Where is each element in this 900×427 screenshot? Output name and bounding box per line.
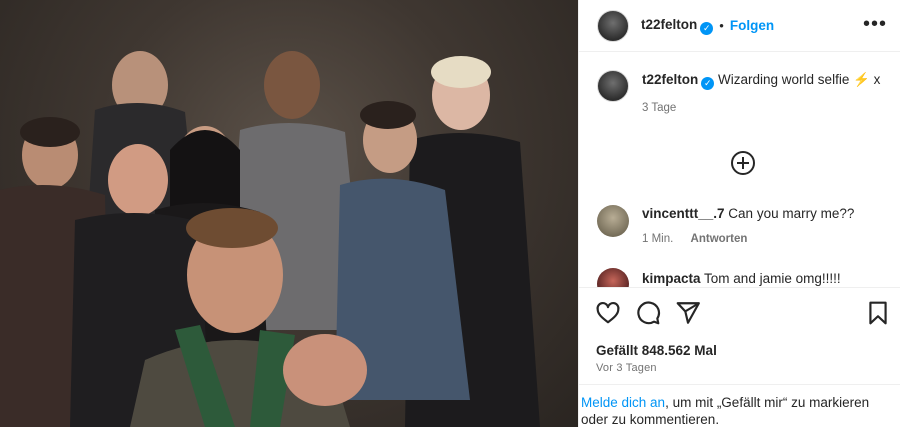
like-heart-icon[interactable] — [595, 300, 621, 326]
caption-username[interactable]: t22felton — [642, 72, 698, 87]
author-avatar[interactable] — [597, 9, 629, 42]
comment-text: Can you marry me?? — [728, 206, 855, 221]
share-send-icon[interactable] — [675, 300, 701, 326]
save-bookmark-icon[interactable] — [865, 300, 891, 326]
comment-item: vincenttt__.7 Can you marry me?? 1 Min. … — [597, 205, 887, 248]
post-side-panel: t22felton ✓ • Folgen ••• t22felton ✓ Wizar… — [578, 0, 900, 427]
group-selfie-image — [0, 51, 540, 427]
caption-timestamp[interactable]: 3 Tage — [642, 98, 880, 118]
post-caption: t22felton ✓ Wizarding world selfie ⚡️ x 3… — [597, 70, 887, 118]
verified-badge-icon: ✓ — [701, 77, 715, 90]
likes-count[interactable]: Gefällt 848.562 Mal — [596, 343, 717, 358]
verified-badge-icon: ✓ — [700, 22, 714, 35]
caption-text: Wizarding world selfie ⚡️ x — [718, 72, 881, 87]
commenter-username[interactable]: kimpacta — [642, 271, 701, 286]
commenter-username[interactable]: vincenttt__.7 — [642, 206, 725, 221]
comment-time[interactable]: 1 Min. — [642, 233, 673, 245]
post-header: t22felton ✓ • Folgen ••• — [579, 0, 900, 52]
post-actions-section: Gefällt 848.562 Mal Vor 3 Tagen Melde di… — [579, 287, 900, 427]
load-more-comments-icon[interactable] — [731, 151, 755, 175]
follow-button[interactable]: Folgen — [730, 18, 774, 33]
more-options-icon[interactable]: ••• — [863, 14, 887, 34]
author-username[interactable]: t22felton ✓ — [641, 16, 714, 35]
caption-author-avatar[interactable] — [597, 70, 629, 102]
post-photo[interactable] — [0, 0, 578, 427]
reply-button[interactable]: Antworten — [691, 233, 748, 245]
comment-text: Tom and jamie omg!!!!! — [704, 271, 841, 286]
login-link[interactable]: Melde dich an — [581, 395, 665, 410]
comment-bubble-icon[interactable] — [635, 300, 661, 326]
login-prompt: Melde dich an, um mit „Gefällt mir“ zu m… — [579, 384, 900, 427]
post-timestamp[interactable]: Vor 3 Tagen — [596, 362, 657, 374]
separator-dot: • — [719, 18, 724, 33]
commenter-avatar[interactable] — [597, 205, 629, 237]
